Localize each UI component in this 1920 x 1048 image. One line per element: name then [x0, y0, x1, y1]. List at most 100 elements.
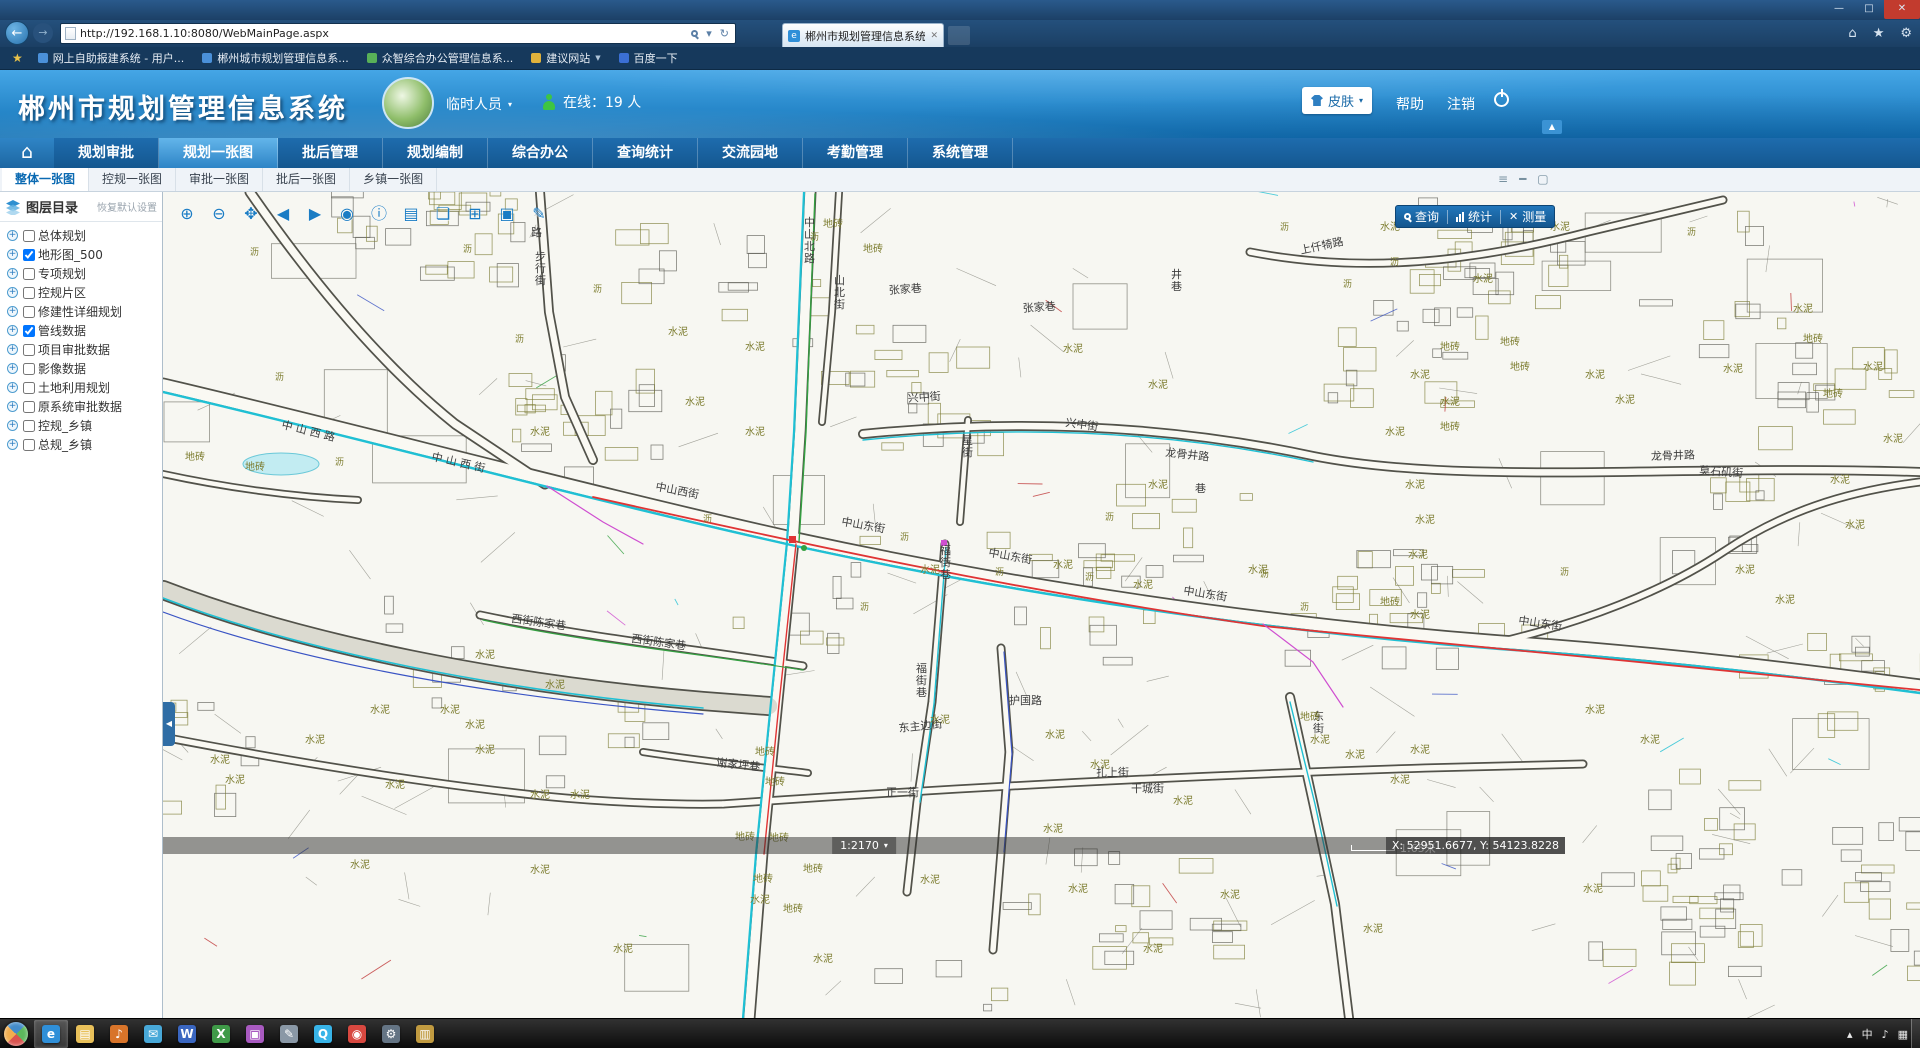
expand-icon[interactable]: +	[7, 382, 18, 393]
map-canvas[interactable]: 中 山 西 路中 山 西 街中山西街中山东街中山东街中山东街中山东街中山北路山北…	[163, 192, 1920, 1018]
expand-icon[interactable]: +	[7, 420, 18, 431]
image-viewer-icon[interactable]: ▣	[238, 1020, 272, 1048]
tray-expand-icon[interactable]: ▴	[1847, 1028, 1853, 1041]
layer-item-总体规划[interactable]: +总体规划	[0, 226, 162, 245]
layer-item-土地利用规划[interactable]: +土地利用规划	[0, 378, 162, 397]
expand-icon[interactable]: +	[7, 325, 18, 336]
favorite-item-网上自助报建系统 - 用户...[interactable]: 网上自助报建系统 - 用户...	[29, 47, 193, 70]
network-icon[interactable]: ▦	[1898, 1028, 1908, 1041]
nav-item-综合办公[interactable]: 综合办公	[488, 138, 593, 168]
archive-app-icon[interactable]: ▥	[408, 1020, 442, 1048]
layer-checkbox[interactable]	[23, 325, 35, 337]
nav-item-考勤管理[interactable]: 考勤管理	[803, 138, 908, 168]
back-button[interactable]: ←	[5, 21, 29, 45]
browser-tab[interactable]: e 郴州市规划管理信息系统 ✕	[782, 23, 944, 47]
notepad-icon[interactable]: ✎	[272, 1020, 306, 1048]
close-button[interactable]: ✕	[1884, 0, 1920, 19]
url-dropdown-icon[interactable]: ▾	[704, 27, 714, 40]
user-role-dropdown[interactable]: 临时人员 ▾	[446, 94, 512, 114]
layer-checkbox[interactable]	[23, 306, 35, 318]
avatar[interactable]	[382, 77, 434, 129]
favorite-item-建议网站[interactable]: 建议网站▼	[522, 47, 609, 70]
new-tab-button[interactable]	[948, 26, 970, 45]
settings-app-icon[interactable]: ⚙	[374, 1020, 408, 1048]
expand-icon[interactable]: +	[7, 230, 18, 241]
export-map-icon[interactable]: ❏	[431, 202, 455, 226]
search-icon[interactable]	[689, 27, 700, 40]
ime-indicator[interactable]: 中	[1862, 1026, 1873, 1042]
home-icon[interactable]: ⌂	[0, 138, 54, 168]
power-icon[interactable]	[1494, 92, 1509, 107]
collapse-header-button[interactable]: ▲	[1542, 120, 1562, 134]
expand-icon[interactable]: +	[7, 268, 18, 279]
excel-app-icon[interactable]: X	[204, 1020, 238, 1048]
layer-checkbox[interactable]	[23, 268, 35, 280]
layer-item-控规片区[interactable]: +控规片区	[0, 283, 162, 302]
sketch-icon[interactable]: ✎	[527, 202, 551, 226]
layer-item-管线数据[interactable]: +管线数据	[0, 321, 162, 340]
layer-item-控规_乡镇[interactable]: +控规_乡镇	[0, 416, 162, 435]
list-icon[interactable]: ≡	[1498, 172, 1508, 186]
browser-home-icon[interactable]: ⌂	[1848, 26, 1856, 41]
subtab-批后一张图[interactable]: 批后一张图	[263, 168, 350, 191]
mail-icon[interactable]: ✉	[136, 1020, 170, 1048]
statistics-button[interactable]: 统计	[1456, 208, 1492, 225]
expand-icon[interactable]: +	[7, 363, 18, 374]
address-bar[interactable]: ▾ ↻	[60, 23, 736, 44]
nav-item-规划一张图[interactable]: 规划一张图	[159, 138, 278, 168]
pan-icon[interactable]: ✥	[239, 202, 263, 226]
layer-item-原系统审批数据[interactable]: +原系统审批数据	[0, 397, 162, 416]
layer-item-项目审批数据[interactable]: +项目审批数据	[0, 340, 162, 359]
media-player-icon[interactable]: ♪	[102, 1020, 136, 1048]
layer-checkbox[interactable]	[23, 439, 35, 451]
layer-item-影像数据[interactable]: +影像数据	[0, 359, 162, 378]
nav-item-查询统计[interactable]: 查询统计	[593, 138, 698, 168]
browser-settings-icon[interactable]: ⚙	[1900, 26, 1912, 41]
expand-icon[interactable]: +	[7, 344, 18, 355]
expand-icon[interactable]: +	[7, 306, 18, 317]
measure-button[interactable]: ✕测量	[1509, 208, 1546, 225]
help-link[interactable]: 帮助	[1396, 94, 1424, 114]
layer-checkbox[interactable]	[23, 344, 35, 356]
qq-icon[interactable]: Q	[306, 1020, 340, 1048]
zoom-in-icon[interactable]: ⊕	[175, 202, 199, 226]
forward-button[interactable]: →	[33, 23, 53, 43]
favorites-star-icon[interactable]: ★	[6, 51, 29, 65]
browser-favorites-icon[interactable]: ★	[1873, 26, 1885, 41]
reset-default-link[interactable]: 恢复默认设置	[97, 199, 157, 214]
layer-item-地形图_500[interactable]: +地形图_500	[0, 245, 162, 264]
expand-icon[interactable]: +	[7, 401, 18, 412]
favorite-item-百度一下[interactable]: 百度一下	[610, 47, 687, 70]
skin-button[interactable]: 皮肤 ▾	[1302, 87, 1372, 114]
expand-icon[interactable]: +	[7, 249, 18, 260]
previous-view-icon[interactable]: ◀	[271, 202, 295, 226]
layer-checkbox[interactable]	[23, 382, 35, 394]
panel-minimize-icon[interactable]: ━	[1519, 172, 1526, 186]
layer-checkbox[interactable]	[23, 287, 35, 299]
panel-maximize-icon[interactable]: ▢	[1537, 172, 1548, 186]
layer-checkbox[interactable]	[23, 401, 35, 413]
minimize-button[interactable]: —	[1824, 0, 1854, 19]
nav-item-系统管理[interactable]: 系统管理	[908, 138, 1013, 168]
expand-icon[interactable]: +	[7, 287, 18, 298]
query-button[interactable]: 查询	[1404, 208, 1439, 225]
show-desktop-button[interactable]	[1911, 1019, 1920, 1048]
subtab-审批一张图[interactable]: 审批一张图	[176, 168, 263, 191]
tab-close-icon[interactable]: ✕	[930, 31, 938, 41]
favorite-item-郴州城市规划管理信息系...[interactable]: 郴州城市规划管理信息系...	[193, 47, 358, 70]
identify-icon[interactable]: ⓘ	[367, 202, 391, 226]
start-button[interactable]	[4, 1022, 28, 1046]
subtab-控规一张图[interactable]: 控规一张图	[89, 168, 176, 191]
subtab-乡镇一张图[interactable]: 乡镇一张图	[350, 168, 437, 191]
nav-item-规划编制[interactable]: 规划编制	[383, 138, 488, 168]
print-icon[interactable]: ▤	[399, 202, 423, 226]
layer-item-总规_乡镇[interactable]: +总规_乡镇	[0, 435, 162, 454]
nav-item-交流园地[interactable]: 交流园地	[698, 138, 803, 168]
subtab-整体一张图[interactable]: 整体一张图	[2, 168, 89, 191]
expand-icon[interactable]: +	[7, 439, 18, 450]
browser-2-icon[interactable]: ◉	[340, 1020, 374, 1048]
full-extent-icon[interactable]: ◉	[335, 202, 359, 226]
next-view-icon[interactable]: ▶	[303, 202, 327, 226]
collapse-panel-button[interactable]: ◀	[163, 702, 175, 746]
zoom-out-icon[interactable]: ⊖	[207, 202, 231, 226]
